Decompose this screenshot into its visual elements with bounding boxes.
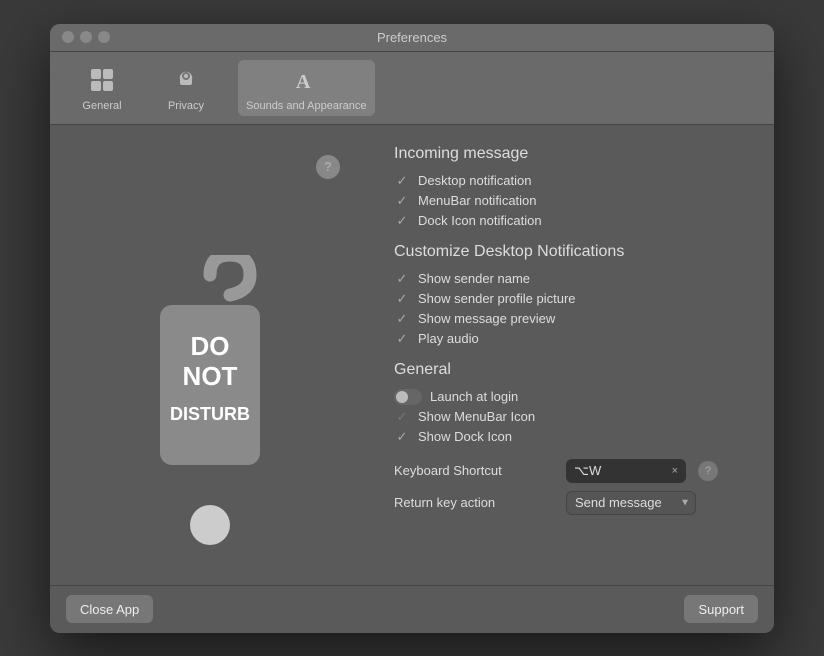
window-title: Preferences (377, 30, 447, 45)
show-sender-picture-label: Show sender profile picture (418, 291, 576, 306)
launch-login-toggle[interactable] (394, 389, 422, 405)
toolbar: General Privacy A Sounds and Appearance (50, 52, 774, 125)
tab-privacy[interactable]: Privacy (154, 60, 218, 116)
launch-login-label: Launch at login (430, 389, 518, 404)
support-button[interactable]: Support (684, 595, 758, 623)
check-icon-7: ✓ (394, 331, 410, 347)
dock-notification-label: Dock Icon notification (418, 213, 542, 228)
minimize-button[interactable] (80, 31, 92, 43)
check-icon-8: ✓ (394, 409, 410, 425)
privacy-icon (170, 64, 202, 96)
keyboard-shortcut-label: Keyboard Shortcut (394, 463, 554, 478)
content-area: ? DO NOT DISTURB Incoming message (50, 125, 774, 585)
svg-text:DISTURB: DISTURB (170, 404, 250, 424)
shortcut-clear-button[interactable]: × (672, 465, 678, 477)
checkbox-menubar-notification[interactable]: ✓ MenuBar notification (394, 193, 750, 209)
menubar-notification-label: MenuBar notification (418, 193, 537, 208)
help-badge[interactable]: ? (316, 155, 340, 179)
check-icon-1: ✓ (394, 173, 410, 189)
sounds-icon: A (290, 64, 322, 96)
check-icon-6: ✓ (394, 311, 410, 327)
general-section-title: General (394, 361, 750, 379)
desktop-notification-label: Desktop notification (418, 173, 531, 188)
close-app-button[interactable]: Close App (66, 595, 153, 623)
show-menubar-label: Show MenuBar Icon (418, 409, 535, 424)
launch-at-login-row: Launch at login (394, 389, 750, 405)
svg-text:DO: DO (191, 331, 230, 361)
svg-text:A: A (296, 71, 311, 93)
return-key-row: Return key action Send message New line … (394, 491, 750, 515)
keyboard-shortcut-row: Keyboard Shortcut ⌥W × ? (394, 459, 750, 483)
toggle-knob-1 (396, 391, 408, 403)
check-icon-2: ✓ (394, 193, 410, 209)
tab-sounds-label: Sounds and Appearance (246, 100, 367, 112)
return-key-select[interactable]: Send message New line (566, 491, 696, 515)
general-icon (86, 64, 118, 96)
tab-privacy-label: Privacy (168, 100, 204, 112)
right-panel: Incoming message ✓ Desktop notification … (370, 125, 774, 585)
tab-general[interactable]: General (70, 60, 134, 116)
keyboard-shortcut-box[interactable]: ⌥W × (566, 459, 686, 483)
preferences-window: Preferences General (50, 24, 774, 633)
check-icon-3: ✓ (394, 213, 410, 229)
svg-text:NOT: NOT (183, 361, 238, 391)
maximize-button[interactable] (98, 31, 110, 43)
show-sender-name-label: Show sender name (418, 271, 530, 286)
traffic-lights (62, 31, 110, 43)
tab-sounds[interactable]: A Sounds and Appearance (238, 60, 375, 116)
show-dock-label: Show Dock Icon (418, 429, 512, 444)
tab-general-label: General (82, 100, 121, 112)
checkbox-show-sender-picture[interactable]: ✓ Show sender profile picture (394, 291, 750, 307)
customize-desktop-title: Customize Desktop Notifications (394, 243, 750, 261)
check-icon-5: ✓ (394, 291, 410, 307)
left-panel: ? DO NOT DISTURB (50, 125, 370, 585)
checkbox-show-message-preview[interactable]: ✓ Show message preview (394, 311, 750, 327)
titlebar: Preferences (50, 24, 774, 52)
dnd-illustration: DO NOT DISTURB (140, 255, 280, 495)
close-button[interactable] (62, 31, 74, 43)
dnd-toggle[interactable] (190, 505, 230, 545)
incoming-message-title: Incoming message (394, 145, 750, 163)
keyboard-help-badge[interactable]: ? (698, 461, 718, 481)
checkbox-show-dock[interactable]: ✓ Show Dock Icon (394, 429, 750, 445)
bottom-bar: Close App Support (50, 585, 774, 633)
check-icon-9: ✓ (394, 429, 410, 445)
check-icon-4: ✓ (394, 271, 410, 287)
checkbox-desktop-notification[interactable]: ✓ Desktop notification (394, 173, 750, 189)
checkbox-dock-notification[interactable]: ✓ Dock Icon notification (394, 213, 750, 229)
shortcut-value: ⌥W (574, 463, 666, 479)
play-audio-label: Play audio (418, 331, 479, 346)
checkbox-play-audio[interactable]: ✓ Play audio (394, 331, 750, 347)
return-key-label: Return key action (394, 495, 554, 510)
return-key-select-wrapper: Send message New line ▼ (566, 491, 696, 515)
show-message-preview-label: Show message preview (418, 311, 555, 326)
checkbox-show-menubar[interactable]: ✓ Show MenuBar Icon (394, 409, 750, 425)
checkbox-show-sender-name[interactable]: ✓ Show sender name (394, 271, 750, 287)
